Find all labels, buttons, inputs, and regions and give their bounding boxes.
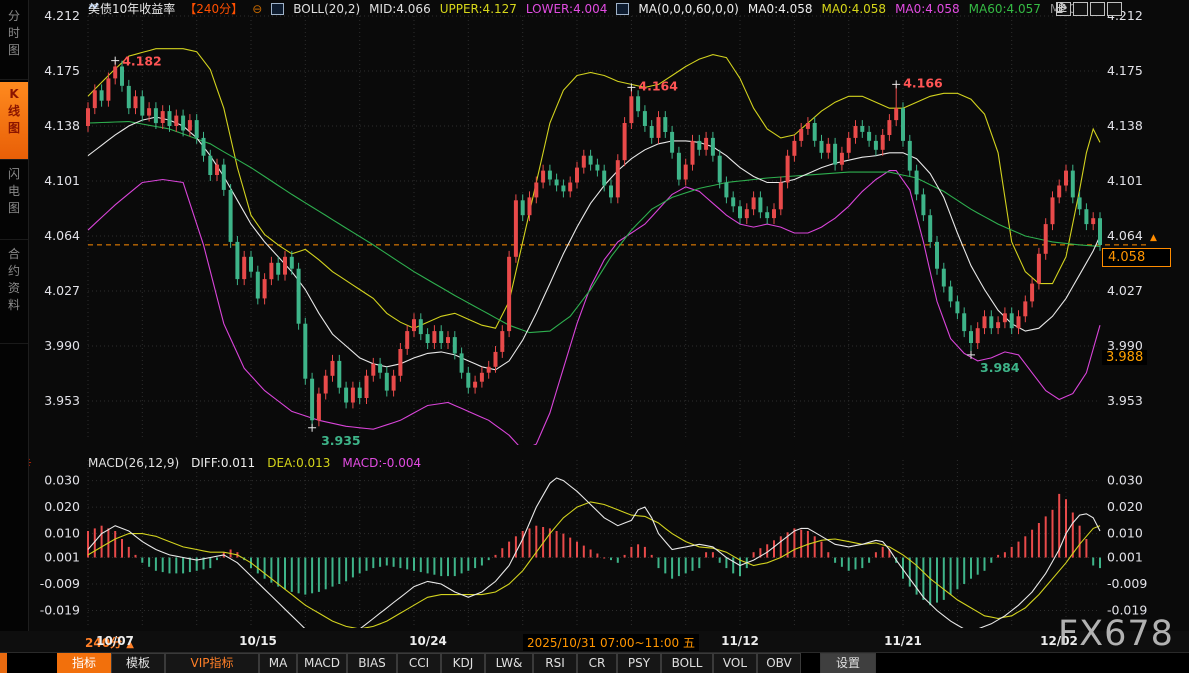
boll-lower-value: LOWER:4.004 — [526, 2, 608, 16]
tab-cr[interactable]: CR — [577, 653, 617, 673]
svg-text:4.101: 4.101 — [1107, 173, 1143, 188]
boll-upper-value: UPPER:4.127 — [440, 2, 517, 16]
chart-header: 美债10年收益率 【240分】 ⊖ BOLL(20,2) MID:4.066 U… — [88, 1, 1080, 16]
sidebar-item-time-chart[interactable]: 分时图 — [0, 4, 28, 80]
macd-label: MACD(26,12,9) — [88, 456, 179, 470]
x-axis-tick: 10/15 — [239, 634, 277, 648]
low-price-badge: 3.988 — [1102, 350, 1147, 365]
boll-indicator-icon[interactable] — [271, 3, 284, 15]
macd-header: MACD(26,12,9) DIFF:0.011 DEA:0.013 MACD:… — [88, 455, 421, 470]
boll-mid-value: MID:4.066 — [369, 2, 431, 16]
x-axis-tick: 11/12 — [721, 634, 759, 648]
svg-text:4.064: 4.064 — [44, 228, 80, 243]
ma-label: MA(0,0,0,60,0,0) — [638, 2, 738, 16]
svg-text:3.990: 3.990 — [44, 338, 80, 353]
svg-text:0.020: 0.020 — [1107, 499, 1143, 514]
x-axis-tick: 12/02 — [1040, 634, 1078, 648]
svg-text:4.182: 4.182 — [122, 54, 162, 69]
svg-text:0.030: 0.030 — [1107, 473, 1143, 488]
svg-text:4.212: 4.212 — [44, 8, 80, 23]
svg-text:-0.019: -0.019 — [40, 603, 80, 618]
tab-bias[interactable]: BIAS — [347, 653, 397, 673]
svg-text:4.164: 4.164 — [638, 78, 678, 93]
svg-text:-0.009: -0.009 — [1107, 576, 1147, 591]
tab-vol[interactable]: VOL — [713, 653, 757, 673]
svg-text:0.001: 0.001 — [44, 550, 80, 565]
tab-indicator[interactable]: 指标 — [57, 653, 111, 673]
svg-text:4.175: 4.175 — [44, 63, 80, 78]
toolbar-accent-bar — [0, 653, 7, 673]
svg-text:4.101: 4.101 — [44, 173, 80, 188]
tab-kdj[interactable]: KDJ — [441, 653, 485, 673]
selected-time-label: 2025/10/31 07:00~11:00 五 — [523, 634, 699, 651]
tab-lw[interactable]: LW& — [485, 653, 533, 673]
indicator-toolbar: 指标 模板 VIP指标 MA MACD BIAS CCI KDJ LW& RSI… — [0, 652, 1189, 673]
exit-icon[interactable] — [1107, 2, 1122, 16]
sidebar: 分时图 K线图 闪电图 合约资料 — [0, 0, 29, 673]
chart-tool-icons — [1056, 2, 1122, 16]
ma0-yellow-value: MA0:4.058 — [821, 2, 886, 16]
current-price-marker-icon: ▲ — [1150, 233, 1157, 243]
sidebar-item-kline-chart[interactable]: K线图 — [0, 82, 28, 160]
svg-text:0.030: 0.030 — [44, 473, 80, 488]
svg-text:3.953: 3.953 — [44, 393, 80, 408]
svg-text:4.064: 4.064 — [1107, 228, 1143, 243]
svg-text:4.027: 4.027 — [1107, 283, 1143, 298]
collapse-icon[interactable]: ⊖ — [252, 2, 262, 16]
tab-rsi[interactable]: RSI — [533, 653, 577, 673]
scale-right-axis-icon[interactable] — [1090, 2, 1105, 16]
svg-text:4.138: 4.138 — [44, 118, 80, 133]
svg-text:-0.019: -0.019 — [1107, 603, 1147, 618]
instrument-title: 美债10年收益率 — [88, 0, 175, 17]
trading-app-window: 4.1824.1644.1663.9353.9844.2124.2124.175… — [0, 0, 1189, 673]
period-label[interactable]: 【240分】 — [184, 0, 243, 17]
svg-text:3.935: 3.935 — [321, 433, 361, 448]
x-axis-tick: 11/21 — [884, 634, 922, 648]
svg-text:4.166: 4.166 — [903, 75, 943, 90]
svg-text:4.138: 4.138 — [1107, 118, 1143, 133]
tab-obv[interactable]: OBV — [757, 653, 801, 673]
sidebar-item-lightning-chart[interactable]: 闪电图 — [0, 162, 28, 240]
svg-text:4.027: 4.027 — [44, 283, 80, 298]
macd-dea-value: DEA:0.013 — [267, 456, 330, 470]
x-axis-tick: 10/24 — [409, 634, 447, 648]
time-axis: 240分 ▲ 10/0710/1510/242025/10/31 07:00~1… — [0, 631, 1189, 652]
ma0-white-value: MA0:4.058 — [748, 2, 813, 16]
tab-settings[interactable]: 设置 — [820, 653, 876, 673]
svg-text:0.020: 0.020 — [44, 499, 80, 514]
svg-text:0.001: 0.001 — [1107, 550, 1143, 565]
svg-text:4.175: 4.175 — [1107, 63, 1143, 78]
svg-text:0.010: 0.010 — [44, 526, 80, 541]
tab-vip-indicator[interactable]: VIP指标 — [165, 653, 259, 673]
svg-text:0.010: 0.010 — [1107, 526, 1143, 541]
svg-text:-0.009: -0.009 — [40, 576, 80, 591]
kline-chart[interactable]: 4.1824.1644.1663.9353.9844.2124.2124.175… — [0, 0, 1189, 673]
boll-label: BOLL(20,2) — [293, 2, 360, 16]
tab-macd[interactable]: MACD — [297, 653, 347, 673]
macd-diff-value: DIFF:0.011 — [191, 456, 255, 470]
svg-text:3.953: 3.953 — [1107, 393, 1143, 408]
ma-indicator-icon[interactable] — [616, 3, 629, 15]
scale-up-axis-icon[interactable] — [1073, 2, 1088, 16]
tab-cci[interactable]: CCI — [397, 653, 441, 673]
x-axis-tick: 10/07 — [96, 634, 134, 648]
svg-text:3.984: 3.984 — [980, 360, 1020, 375]
tab-boll[interactable]: BOLL — [661, 653, 713, 673]
tab-psy[interactable]: PSY — [617, 653, 661, 673]
macd-macd-value: MACD:-0.004 — [342, 456, 421, 470]
tab-ma[interactable]: MA — [259, 653, 297, 673]
tab-template[interactable]: 模板 — [111, 653, 165, 673]
ma0-magenta-value: MA0:4.058 — [895, 2, 960, 16]
sidebar-item-contract-info[interactable]: 合约资料 — [0, 242, 28, 344]
ma60-green-value: MA60:4.057 — [969, 2, 1041, 16]
current-price-badge: 4.058 — [1102, 248, 1171, 267]
